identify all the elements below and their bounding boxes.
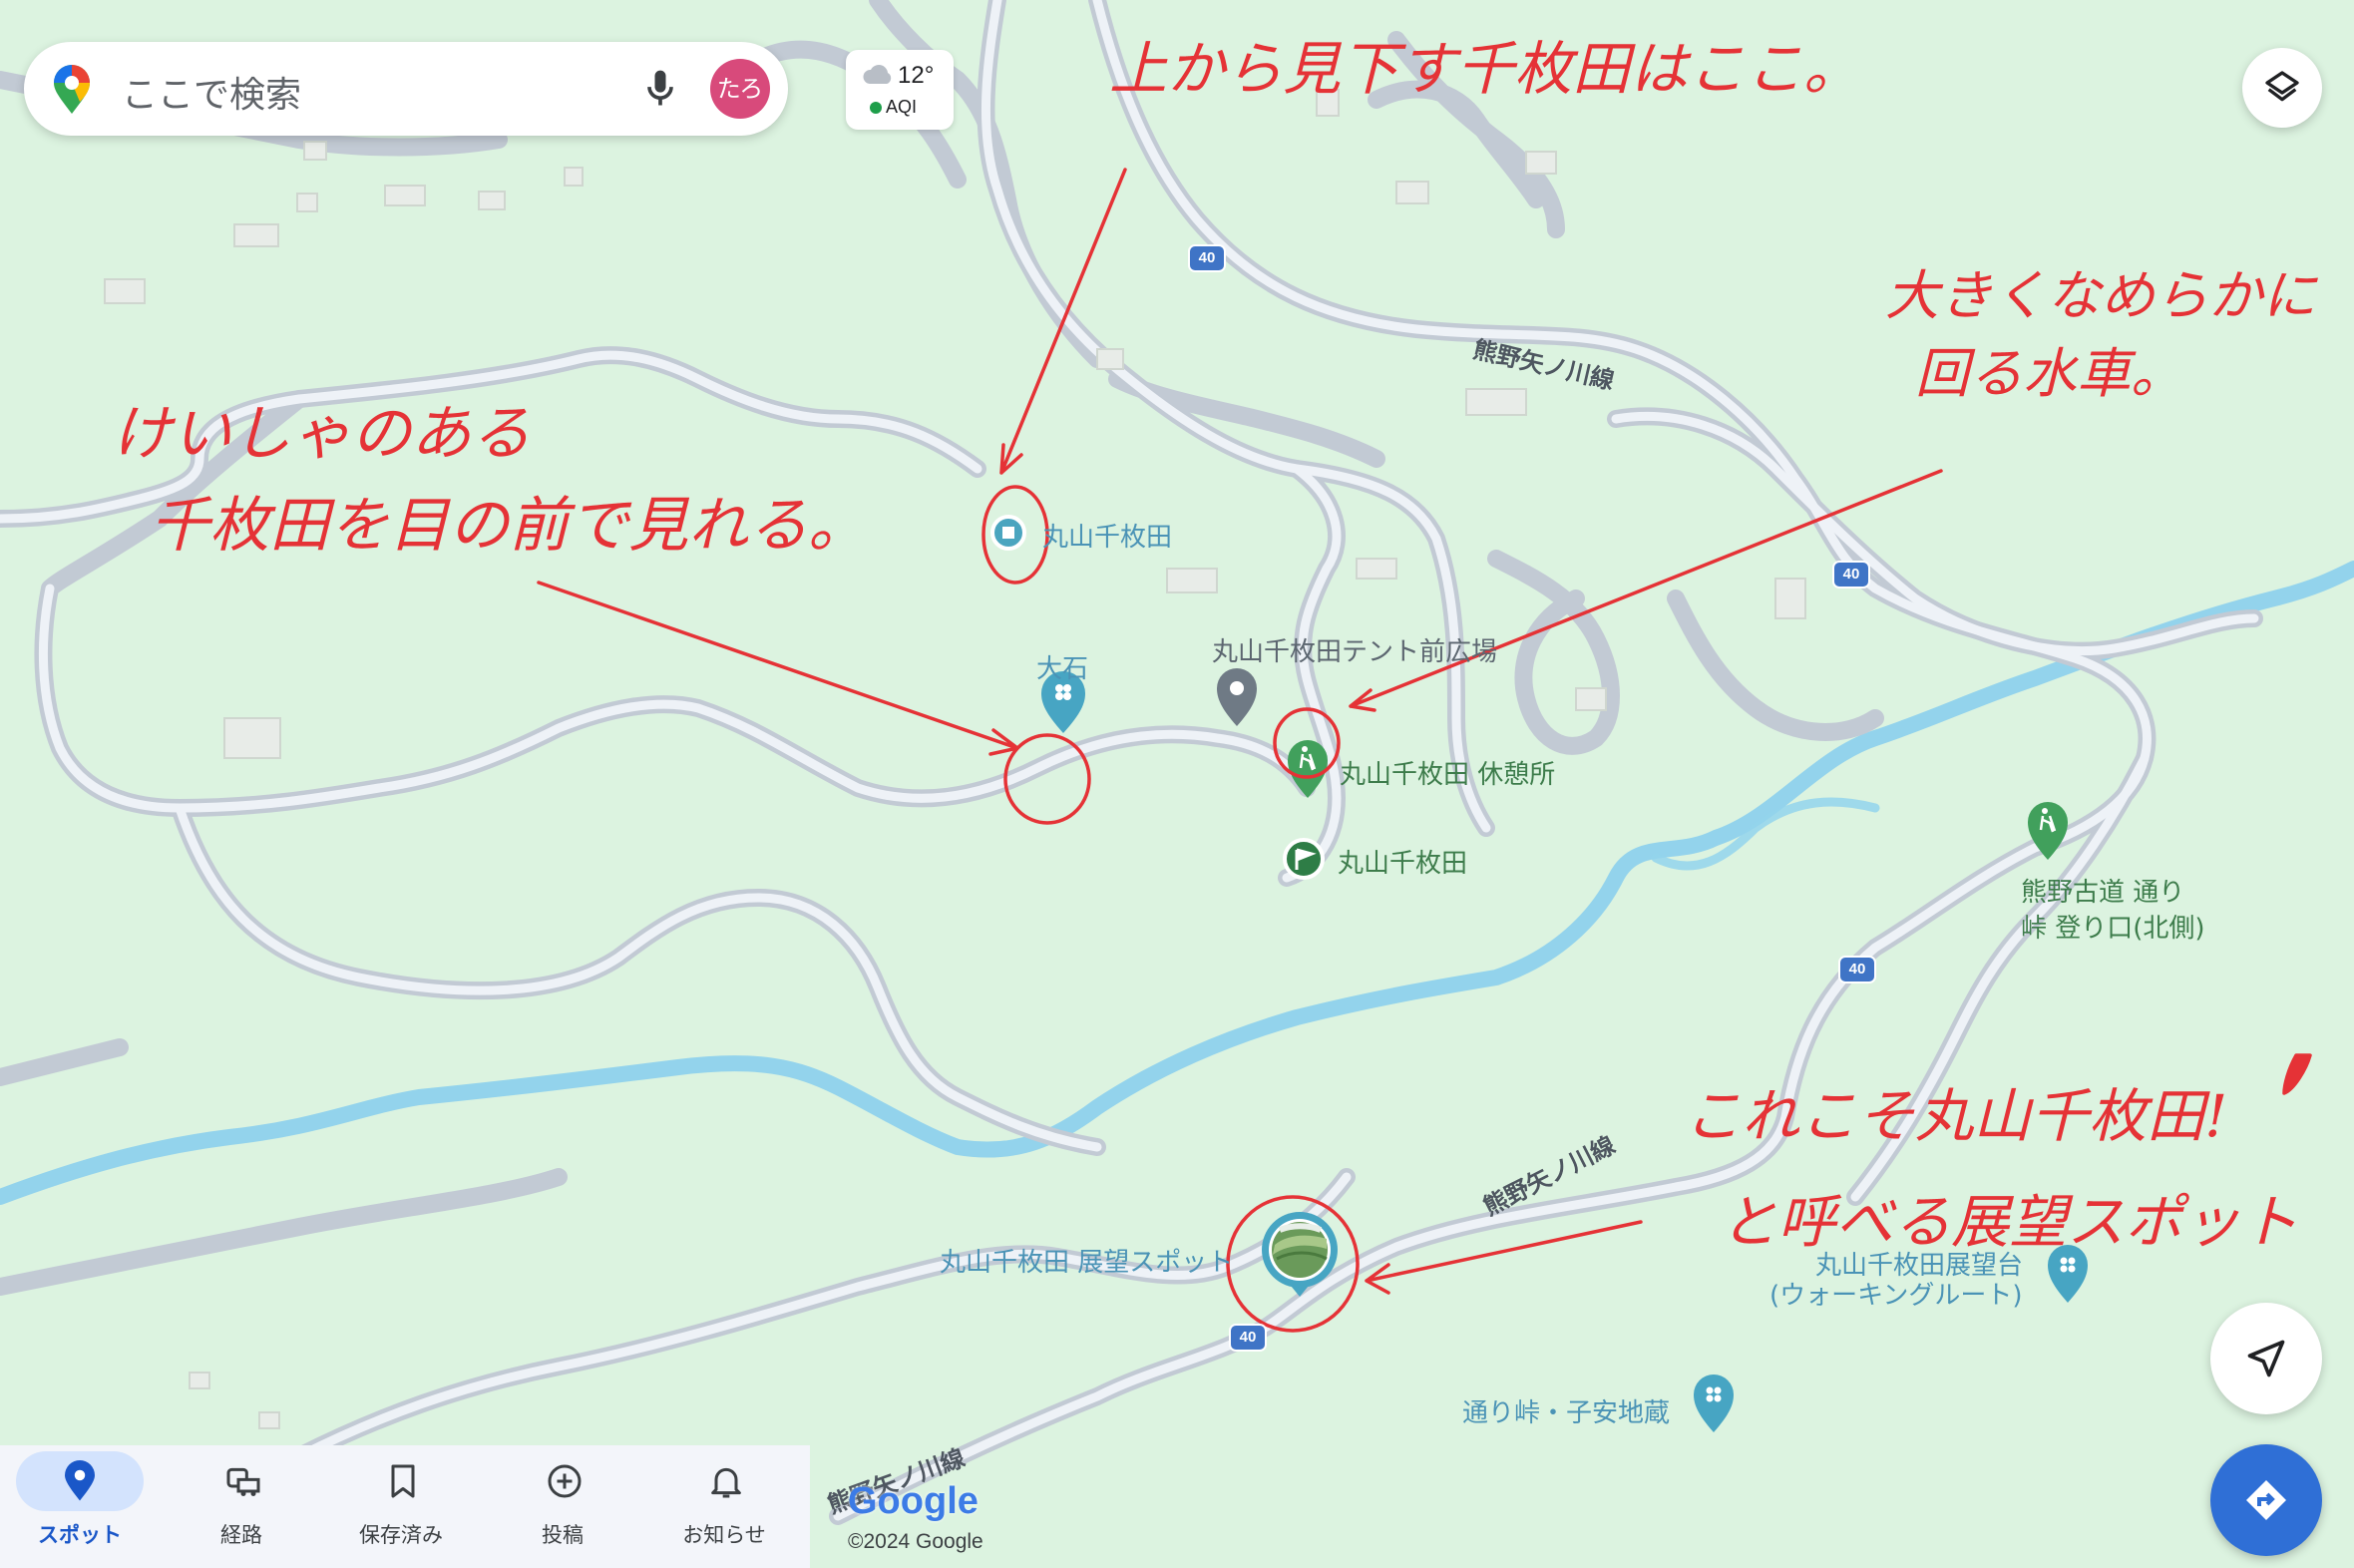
- cloud-icon: [863, 65, 892, 84]
- place-label-oishi[interactable]: 大石: [1036, 648, 1088, 685]
- place-label-kumano-kodo-1[interactable]: 熊野古道 通り: [2021, 872, 2184, 909]
- annotation-top: 上から見下す千枚田はここ。: [1109, 35, 1862, 103]
- poi-flag-marker[interactable]: [1283, 838, 1325, 880]
- commute-icon: [226, 1467, 260, 1496]
- add-circle-icon: [548, 1464, 582, 1498]
- route-40-shield: 40: [1832, 561, 1870, 588]
- google-logo: Google: [848, 1480, 979, 1522]
- annotation-left-1: けいしゃのある: [112, 399, 531, 469]
- location-pin-icon: [65, 1460, 95, 1501]
- avatar-text: たろ: [716, 75, 764, 103]
- place-label-torizaka-jizo[interactable]: 通り峠・子安地蔵: [1462, 1392, 1670, 1429]
- microphone-icon[interactable]: [638, 67, 682, 111]
- nav-label-post: 投稿: [542, 1523, 584, 1547]
- nav-item-saved[interactable]: 保存済み: [321, 1445, 481, 1568]
- maps-logo-icon: [54, 65, 90, 114]
- route-40-shield: 40: [1838, 956, 1876, 983]
- search-input[interactable]: ここで検索: [122, 66, 301, 118]
- annotation-right-2: 回る水車。: [1915, 342, 2184, 405]
- place-label-kumano-kodo-2[interactable]: 峠 登り口(北側): [2021, 908, 2205, 945]
- annotation-bottom-2: と呼べる展望スポット: [1720, 1188, 2299, 1256]
- place-label-observatory-2[interactable]: (ウォーキングルート): [1769, 1275, 2023, 1312]
- route-40-shield: 40: [1229, 1324, 1267, 1352]
- layers-button[interactable]: [2242, 48, 2322, 128]
- layers-icon: [2265, 71, 2299, 102]
- directions-button[interactable]: [2210, 1444, 2322, 1556]
- poi-square-blue[interactable]: [990, 515, 1026, 551]
- nav-label-route: 経路: [220, 1523, 262, 1547]
- bell-icon: [711, 1467, 741, 1498]
- aqi-dot-icon: [870, 102, 882, 114]
- aqi-label: AQI: [886, 97, 918, 117]
- nav-item-notifications[interactable]: お知らせ: [644, 1445, 804, 1568]
- map-canvas[interactable]: [0, 0, 2354, 1568]
- annotation-bottom-1: これこそ丸山千枚田!: [1684, 1082, 2228, 1150]
- annotation-right-1: 大きくなめらかに: [1885, 264, 2316, 327]
- nav-label-saved: 保存済み: [359, 1523, 443, 1547]
- place-label-rest-area[interactable]: 丸山千枚田 休憩所: [1340, 754, 1555, 791]
- search-bar[interactable]: ここで検索 たろ: [24, 42, 788, 136]
- annotation-left-2: 千枚田を目の前で見れる。: [150, 491, 868, 561]
- bookmark-icon: [391, 1464, 415, 1498]
- nav-item-route[interactable]: 経路: [162, 1445, 321, 1568]
- nav-label-spot: スポット: [38, 1523, 122, 1547]
- directions-icon: [2246, 1480, 2286, 1520]
- nav-label-notifications: お知らせ: [682, 1523, 766, 1547]
- bottom-navigation: スポット 経路 保存済み 投稿 お知らせ: [0, 1445, 810, 1568]
- route-40-shield: 40: [1188, 244, 1226, 272]
- copyright-text: ©2024 Google: [848, 1530, 983, 1553]
- place-label-maruyama-senmaida-flag[interactable]: 丸山千枚田: [1338, 843, 1467, 880]
- my-location-button[interactable]: [2210, 1303, 2322, 1414]
- weather-temperature: 12°: [898, 62, 935, 89]
- weather-chip[interactable]: 12° AQI: [846, 50, 954, 130]
- place-label-viewpoint[interactable]: 丸山千枚田 展望スポット: [940, 1242, 1233, 1279]
- avatar[interactable]: たろ: [710, 59, 770, 119]
- nav-item-spot[interactable]: スポット: [0, 1445, 160, 1568]
- place-label-maruyama-senmaida-top[interactable]: 丸山千枚田: [1042, 517, 1172, 554]
- nav-item-post[interactable]: 投稿: [483, 1445, 642, 1568]
- navigation-arrow-icon: [2247, 1340, 2285, 1377]
- place-label-tent-plaza[interactable]: 丸山千枚田テント前広場: [1212, 631, 1497, 668]
